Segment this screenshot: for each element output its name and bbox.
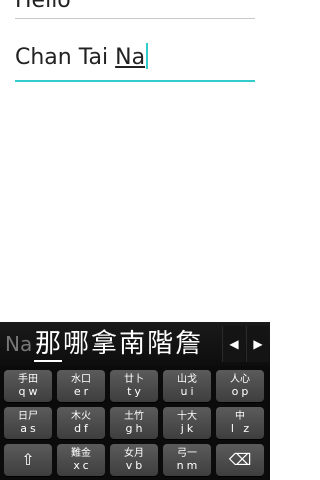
key-gh[interactable]: 土竹 gh: [110, 407, 158, 439]
committed-text: Chan Tai: [15, 45, 116, 70]
key-letter-label: ty: [127, 385, 144, 398]
key-qw[interactable]: 手田 qw: [4, 370, 52, 402]
chevron-right-icon: ▶: [253, 337, 263, 351]
key-letter-label: qw: [18, 385, 41, 398]
key-letter-label: as: [20, 422, 39, 435]
key-letter-label: gh: [125, 422, 146, 435]
key-ui[interactable]: 山戈 ui: [163, 370, 211, 402]
candidate-item[interactable]: 那: [34, 328, 63, 362]
key-xc[interactable]: 難金 xc: [57, 444, 105, 476]
key-letter-label: df: [74, 422, 91, 435]
backspace-key[interactable]: ⌫: [216, 444, 264, 476]
key-letter-label: ui: [180, 385, 197, 398]
chevron-left-icon: ◀: [229, 337, 239, 351]
key-op[interactable]: 人心 op: [216, 370, 264, 402]
key-er[interactable]: 水口 er: [57, 370, 105, 402]
composing-text: Na: [115, 45, 146, 70]
candidate-bar: Na 那哪拿南階詹 ◀ ▶: [0, 322, 270, 366]
key-ty[interactable]: 廿卜 ty: [110, 370, 158, 402]
text-caret: [146, 43, 149, 69]
active-text-field[interactable]: Chan Tai Na: [15, 36, 255, 82]
soft-keyboard: Na 那哪拿南階詹 ◀ ▶ 手田 qw 水口 er 廿卜 ty 山戈 ui 人心: [0, 322, 270, 480]
key-jk[interactable]: 十大 jk: [163, 407, 211, 439]
previous-text-field[interactable]: Hello: [15, 0, 255, 19]
key-letter-label: op: [231, 385, 252, 398]
key-df[interactable]: 木火 df: [57, 407, 105, 439]
key-lz[interactable]: 中 l z: [216, 407, 264, 439]
candidate-next-button[interactable]: ▶: [246, 326, 269, 362]
key-as[interactable]: 日尸 as: [4, 407, 52, 439]
shift-key[interactable]: ⇧: [4, 444, 52, 476]
backspace-icon: ⌫: [228, 450, 252, 469]
candidate-item[interactable]: 詹: [174, 326, 202, 362]
key-letter-label: er: [73, 385, 92, 398]
candidate-item[interactable]: 階: [146, 326, 174, 362]
candidate-item[interactable]: 哪: [62, 326, 90, 362]
candidate-list: 那哪拿南階詹: [34, 326, 222, 362]
key-letter-label: l z: [230, 422, 253, 435]
active-text: Chan Tai Na: [15, 43, 149, 70]
key-letter-label: vb: [125, 459, 146, 472]
candidate-prev-button[interactable]: ◀: [222, 326, 245, 362]
key-letter-label: nm: [176, 459, 201, 472]
candidate-item[interactable]: 拿: [90, 326, 118, 362]
keys-grid: 手田 qw 水口 er 廿卜 ty 山戈 ui 人心 op 日尸 as 木火 d…: [0, 366, 270, 480]
candidate-item[interactable]: 南: [118, 326, 146, 362]
key-letter-label: jk: [180, 422, 197, 435]
key-nm[interactable]: 弓一 nm: [163, 444, 211, 476]
key-letter-label: xc: [73, 459, 92, 472]
previous-text: Hello: [15, 0, 71, 13]
shift-icon: ⇧: [21, 450, 35, 469]
key-vb[interactable]: 女月 vb: [110, 444, 158, 476]
composing-preview: Na: [5, 332, 33, 356]
